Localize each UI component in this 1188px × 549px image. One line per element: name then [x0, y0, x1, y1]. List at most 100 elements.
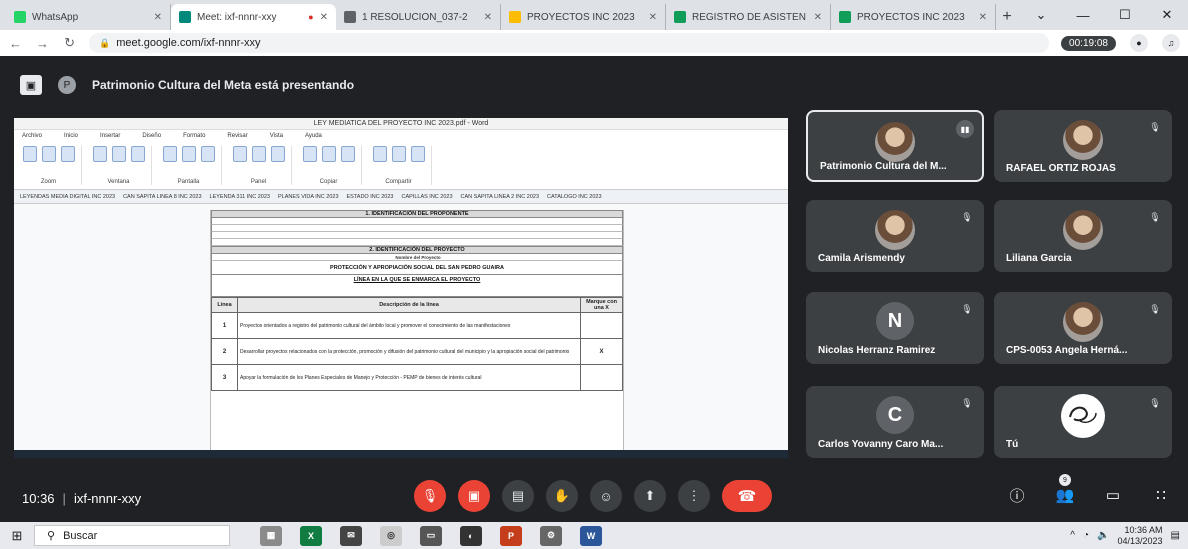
minimize-icon[interactable]: —	[1062, 0, 1104, 30]
doc-ribbon-group: Ventana	[92, 146, 152, 185]
participant-tile[interactable]: 🎙 Tú	[994, 386, 1172, 458]
leave-call-button[interactable]: ☎	[722, 480, 772, 512]
ribbon-button-icon	[270, 146, 285, 162]
meeting-timer: 00:19:08	[1061, 35, 1116, 51]
app-icon[interactable]: ◐	[460, 525, 482, 546]
camera-off-button[interactable]: ▣	[458, 480, 490, 512]
chat-button[interactable]: ▭	[1100, 480, 1126, 510]
doc-cell-mark	[580, 364, 623, 391]
participant-tile[interactable]: 🎙 Liliana Garcia	[994, 200, 1172, 272]
ribbon-group-label: Copiar	[319, 179, 338, 185]
doc-ribbon-tab: Vista	[269, 133, 283, 139]
doc-table-row: 3 Apoyar la formulación de los Planes Esp…	[211, 364, 623, 391]
close-icon[interactable]: ✕	[649, 12, 657, 23]
windows-start-icon[interactable]: ⊞	[0, 522, 34, 549]
close-icon[interactable]: ✕	[320, 12, 328, 23]
doc-cell-desc: Apoyar la formulación de los Planes Espe…	[237, 364, 581, 391]
doc-bookmark: CATALOGO INC 2023	[547, 194, 602, 200]
hang-up-icon: ☎	[737, 488, 757, 505]
chrome-icon[interactable]: ◎	[380, 525, 402, 546]
browser-toolbar: ← → ↻ 🔒 meet.google.com/ixf-nnnr-xxy 00:…	[0, 30, 1188, 56]
participant-name: Patrimonio Cultura del M...	[820, 161, 947, 172]
ribbon-button-icon	[302, 146, 317, 162]
address-bar[interactable]: 🔒 meet.google.com/ixf-nnnr-xxy	[89, 33, 1050, 53]
participant-tile[interactable]: N 🎙 Nicolas Herranz Ramirez	[806, 292, 984, 364]
browser-tab[interactable]: PROYECTOS INC 2023 ✕	[831, 4, 996, 30]
participant-tile[interactable]: C 🎙 Carlos Yovanny Caro Ma...	[806, 386, 984, 458]
new-tab-button[interactable]: +	[996, 4, 1018, 30]
url-text: meet.google.com/ixf-nnnr-xxy	[116, 37, 261, 49]
people-button[interactable]: 👥 9	[1052, 474, 1078, 510]
doc-ribbon-group: Compartir	[372, 146, 432, 185]
captions-button[interactable]: ▤	[502, 480, 534, 512]
explorer-icon[interactable]: ▦	[260, 525, 282, 546]
word-icon[interactable]: W	[580, 525, 602, 546]
participant-name: Carlos Yovanny Caro Ma...	[818, 439, 944, 450]
taskbar-search[interactable]: ⚲ Buscar	[34, 525, 230, 546]
excel-icon[interactable]: X	[300, 525, 322, 546]
powerpoint-icon[interactable]: P	[500, 525, 522, 546]
meeting-time: 10:36	[22, 490, 55, 506]
tab-favicon-icon	[839, 11, 851, 23]
doc-col-header: Línea	[211, 297, 238, 313]
meeting-info: 10:36 | ixf-nnnr-xxy	[22, 490, 142, 506]
present-button[interactable]: ⬆	[634, 480, 666, 512]
browser-tab[interactable]: WhatsApp ✕	[6, 4, 171, 30]
taskbar-clock[interactable]: 10:36 AM 04/13/2023	[1118, 525, 1163, 547]
participant-tile[interactable]: 🎙 CPS-0053 Angela Herná...	[994, 292, 1172, 364]
participant-tile[interactable]: ▮▮ Patrimonio Cultura del M...	[806, 110, 984, 182]
extension-icon[interactable]: ♫	[1161, 34, 1180, 52]
clock-time: 10:36 AM	[1124, 524, 1163, 535]
browser-tab[interactable]: Meet: ixf-nnnr-xxy ● ✕	[171, 4, 336, 30]
activities-icon: ∷	[1156, 487, 1166, 504]
meeting-details-button[interactable]: ⓘ	[1004, 480, 1030, 510]
raise-hand-button[interactable]: ✋	[546, 480, 578, 512]
shared-screen[interactable]: LEY MEDIATICA DEL PROYECTO INC 2023.pdf …	[14, 118, 788, 458]
ribbon-button-icon	[200, 146, 215, 162]
doc-cell-desc: Desarrollar proyectos relacionados con l…	[237, 338, 581, 365]
doc-ribbon-tab: Archivo	[22, 133, 43, 139]
browser-tab[interactable]: REGISTRO DE ASISTEN ✕	[666, 4, 831, 30]
maximize-icon[interactable]: ☐	[1104, 0, 1146, 30]
activities-button[interactable]: ∷	[1148, 480, 1174, 510]
notifications-icon[interactable]: ▤	[1171, 530, 1180, 541]
doc-ribbon-tab: Inicio	[64, 133, 79, 139]
mic-off-button[interactable]: 🎙	[414, 480, 446, 512]
participant-tile[interactable]: 🎙 Camila Arismendy	[806, 200, 984, 272]
presenting-text: Patrimonio Cultura del Meta está present…	[92, 78, 355, 92]
side-controls: ⓘ 👥 9 ▭ ∷	[1004, 474, 1174, 510]
back-icon[interactable]: ←	[8, 36, 23, 51]
close-window-icon[interactable]: ✕	[1146, 0, 1188, 30]
browser-tab[interactable]: 1 RESOLUCION_037-2 ✕	[336, 4, 501, 30]
close-icon[interactable]: ✕	[154, 12, 162, 23]
tab-favicon-icon	[14, 11, 26, 23]
volume-icon[interactable]: 🔈	[1097, 530, 1109, 541]
search-icon: ⚲	[47, 530, 56, 542]
settings-icon[interactable]: ⚙	[540, 525, 562, 546]
participant-tile[interactable]: 🎙 RAFAEL ORTIZ ROJAS	[994, 110, 1172, 182]
chat-icon: ▭	[1105, 487, 1121, 504]
close-icon[interactable]: ✕	[979, 12, 987, 23]
profile-icon[interactable]: ●	[1129, 34, 1148, 52]
mic-muted-icon: 🎙	[1149, 121, 1161, 132]
call-controls: 🎙 ▣ ▤ ✋ ☺ ⬆ ⋮ ☎	[414, 480, 772, 512]
tray-chevron-icon[interactable]: ^	[1070, 530, 1075, 541]
mail-icon[interactable]: ✉	[340, 525, 362, 546]
document-bookmarks-bar: LEYENDAS MEDIA DIGITAL INC 2023 CAN SAPIT…	[14, 190, 788, 204]
more-options-button[interactable]: ⋮	[678, 480, 710, 512]
ribbon-button-icon	[60, 146, 75, 162]
reload-icon[interactable]: ↻	[62, 35, 77, 51]
window-controls: ⌄ — ☐ ✕	[1020, 0, 1188, 30]
folder-icon[interactable]: ▭	[420, 525, 442, 546]
forward-icon[interactable]: →	[35, 36, 50, 51]
browser-tab[interactable]: PROYECTOS INC 2023 ✕	[501, 4, 666, 30]
close-icon[interactable]: ✕	[814, 12, 822, 23]
ribbon-group-label: Ventana	[107, 179, 130, 185]
present-icon: ⬆	[644, 488, 656, 503]
close-icon[interactable]: ✕	[484, 12, 492, 23]
wifi-icon[interactable]: ◔	[1083, 530, 1089, 541]
tab-search-icon[interactable]: ⌄	[1020, 0, 1062, 30]
reactions-button[interactable]: ☺	[590, 480, 622, 512]
doc-bookmark: LEYENDA 311 INC 2023	[209, 194, 270, 200]
doc-col-header: Marque con una X	[580, 297, 623, 313]
